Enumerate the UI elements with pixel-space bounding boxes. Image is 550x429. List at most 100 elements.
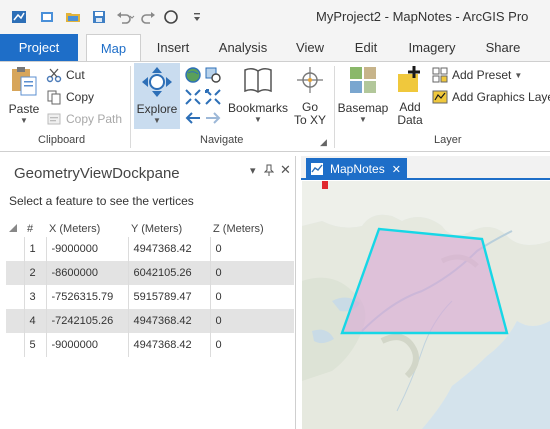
zoom-layer-icon bbox=[204, 66, 222, 87]
tab-insert[interactable]: Insert bbox=[148, 34, 198, 61]
explore-label: Explore bbox=[136, 102, 178, 116]
tab-project[interactable]: Project bbox=[0, 34, 78, 61]
ribbon-tab-row bbox=[0, 34, 550, 61]
customize-toolbar-icon[interactable] bbox=[190, 8, 204, 26]
map-view[interactable] bbox=[302, 181, 550, 429]
copy-path-icon bbox=[46, 111, 64, 127]
basemap-icon bbox=[347, 64, 379, 99]
table-row[interactable]: 2 -8600000 6042105.26 0 bbox=[6, 261, 294, 285]
arrow-right-icon bbox=[204, 110, 222, 129]
add-graphics-layer-button[interactable]: Add Graphics Layer bbox=[432, 89, 550, 105]
cell-y: 4947368.42 bbox=[127, 309, 210, 333]
arcgis-pro-icon bbox=[10, 8, 28, 26]
table-row[interactable]: 3 -7526315.79 5915789.47 0 bbox=[6, 285, 294, 309]
select-all-corner-icon[interactable] bbox=[6, 221, 24, 237]
copy-path-button[interactable]: Copy Path bbox=[46, 111, 122, 127]
arrow-left-icon bbox=[184, 110, 202, 129]
tab-view[interactable]: View bbox=[290, 34, 330, 61]
row-selector[interactable] bbox=[6, 261, 24, 285]
new-project-icon[interactable] bbox=[38, 8, 56, 26]
dockpane-message: Select a feature to see the vertices bbox=[9, 194, 194, 208]
bookmarks-label: Bookmarks bbox=[227, 101, 289, 115]
go-to-xy-button[interactable]: Go To XY bbox=[292, 64, 328, 127]
paste-icon bbox=[9, 65, 39, 100]
paste-button[interactable]: Paste ▼ bbox=[6, 65, 42, 125]
zoom-to-layer-button[interactable] bbox=[204, 66, 222, 87]
column-header-z[interactable]: Z (Meters) bbox=[210, 221, 294, 237]
map-icon bbox=[310, 162, 324, 176]
previous-extent-button[interactable] bbox=[184, 110, 202, 129]
tab-share[interactable]: Share bbox=[478, 34, 528, 61]
cell-z: 0 bbox=[209, 333, 294, 357]
cell-z: 0 bbox=[209, 261, 294, 285]
tab-map[interactable]: Map bbox=[86, 34, 141, 62]
dockpane-menu-icon[interactable]: ▾ bbox=[250, 164, 256, 177]
add-data-button[interactable]: Add Data bbox=[392, 64, 428, 127]
row-selector[interactable] bbox=[6, 237, 24, 261]
book-icon bbox=[242, 64, 274, 99]
cell-y: 6042105.26 bbox=[127, 261, 210, 285]
basemap-button[interactable]: Basemap ▼ bbox=[338, 64, 388, 124]
zoom-in-arrows-icon bbox=[184, 88, 202, 109]
table-row[interactable]: 1 -9000000 4947368.42 0 bbox=[6, 237, 294, 261]
explore-icon bbox=[140, 65, 174, 102]
basemap-dropdown-icon: ▼ bbox=[359, 115, 367, 124]
tab-mapnotes[interactable]: MapNotes ✕ bbox=[306, 158, 407, 180]
full-extent-button[interactable] bbox=[184, 66, 202, 87]
table-row[interactable]: 4 -7242105.26 4947368.42 0 bbox=[6, 309, 294, 333]
navigate-options-icon[interactable]: ◢ bbox=[320, 137, 327, 148]
basemap-label: Basemap bbox=[337, 101, 389, 115]
cell-x: -7526315.79 bbox=[45, 285, 128, 309]
vertices-table: # X (Meters) Y (Meters) Z (Meters) 1 -90… bbox=[6, 221, 294, 357]
add-preset-icon bbox=[432, 67, 450, 83]
tab-imagery[interactable]: Imagery bbox=[402, 34, 462, 61]
cell-z: 0 bbox=[209, 285, 294, 309]
cell-y: 5915789.47 bbox=[127, 285, 210, 309]
crosshair-icon bbox=[296, 64, 324, 99]
column-header-x[interactable]: X (Meters) bbox=[46, 221, 128, 237]
circle-icon[interactable] bbox=[162, 8, 180, 26]
pin-icon[interactable] bbox=[263, 164, 275, 179]
copy-path-label: Copy Path bbox=[66, 112, 123, 126]
cell-z: 0 bbox=[209, 237, 294, 261]
row-selector[interactable] bbox=[6, 285, 24, 309]
copy-button[interactable]: Copy bbox=[46, 89, 94, 105]
column-header-y[interactable]: Y (Meters) bbox=[128, 221, 210, 237]
bookmarks-button[interactable]: Bookmarks ▼ bbox=[228, 64, 288, 124]
navigate-group-label: Navigate bbox=[200, 134, 244, 146]
group-separator bbox=[334, 66, 335, 148]
cut-button[interactable]: Cut bbox=[46, 67, 85, 83]
add-preset-button[interactable]: Add Preset ▼ bbox=[432, 67, 522, 83]
add-preset-label: Add Preset bbox=[452, 68, 512, 82]
fixed-zoom-out-button[interactable] bbox=[204, 88, 222, 109]
cell-y: 4947368.42 bbox=[127, 333, 210, 357]
tab-edit[interactable]: Edit bbox=[346, 34, 386, 61]
bookmarks-dropdown-icon: ▼ bbox=[254, 115, 262, 124]
add-graphics-layer-label: Add Graphics Layer bbox=[452, 90, 550, 104]
explore-button[interactable]: Explore ▼ bbox=[134, 63, 180, 129]
paste-label: Paste bbox=[8, 102, 40, 116]
fixed-zoom-in-button[interactable] bbox=[184, 88, 202, 109]
table-row[interactable]: 5 -9000000 4947368.42 0 bbox=[6, 333, 294, 357]
window-title: MyProject2 - MapNotes - ArcGIS Pro bbox=[316, 9, 529, 24]
redo-icon[interactable] bbox=[138, 8, 160, 26]
row-selector[interactable] bbox=[6, 333, 24, 357]
row-selector[interactable] bbox=[6, 309, 24, 333]
cell-index: 1 bbox=[23, 237, 46, 261]
go-to-xy-label-2: To XY bbox=[293, 113, 326, 127]
map-tab-close-icon[interactable]: ✕ bbox=[392, 163, 401, 176]
graphics-layer-icon bbox=[432, 89, 450, 105]
zoom-out-arrows-icon bbox=[204, 88, 222, 109]
undo-icon[interactable] bbox=[114, 8, 136, 26]
cell-index: 3 bbox=[23, 285, 46, 309]
open-project-icon[interactable] bbox=[64, 8, 82, 26]
column-header-index[interactable]: # bbox=[24, 221, 46, 237]
save-icon[interactable] bbox=[90, 8, 108, 26]
cell-x: -9000000 bbox=[45, 237, 128, 261]
close-icon[interactable]: ✕ bbox=[280, 162, 291, 178]
map-tab-label: MapNotes bbox=[330, 162, 385, 176]
next-extent-button[interactable] bbox=[204, 110, 222, 129]
tab-analysis[interactable]: Analysis bbox=[212, 34, 274, 61]
copy-icon bbox=[46, 89, 64, 105]
cut-label: Cut bbox=[66, 68, 85, 82]
